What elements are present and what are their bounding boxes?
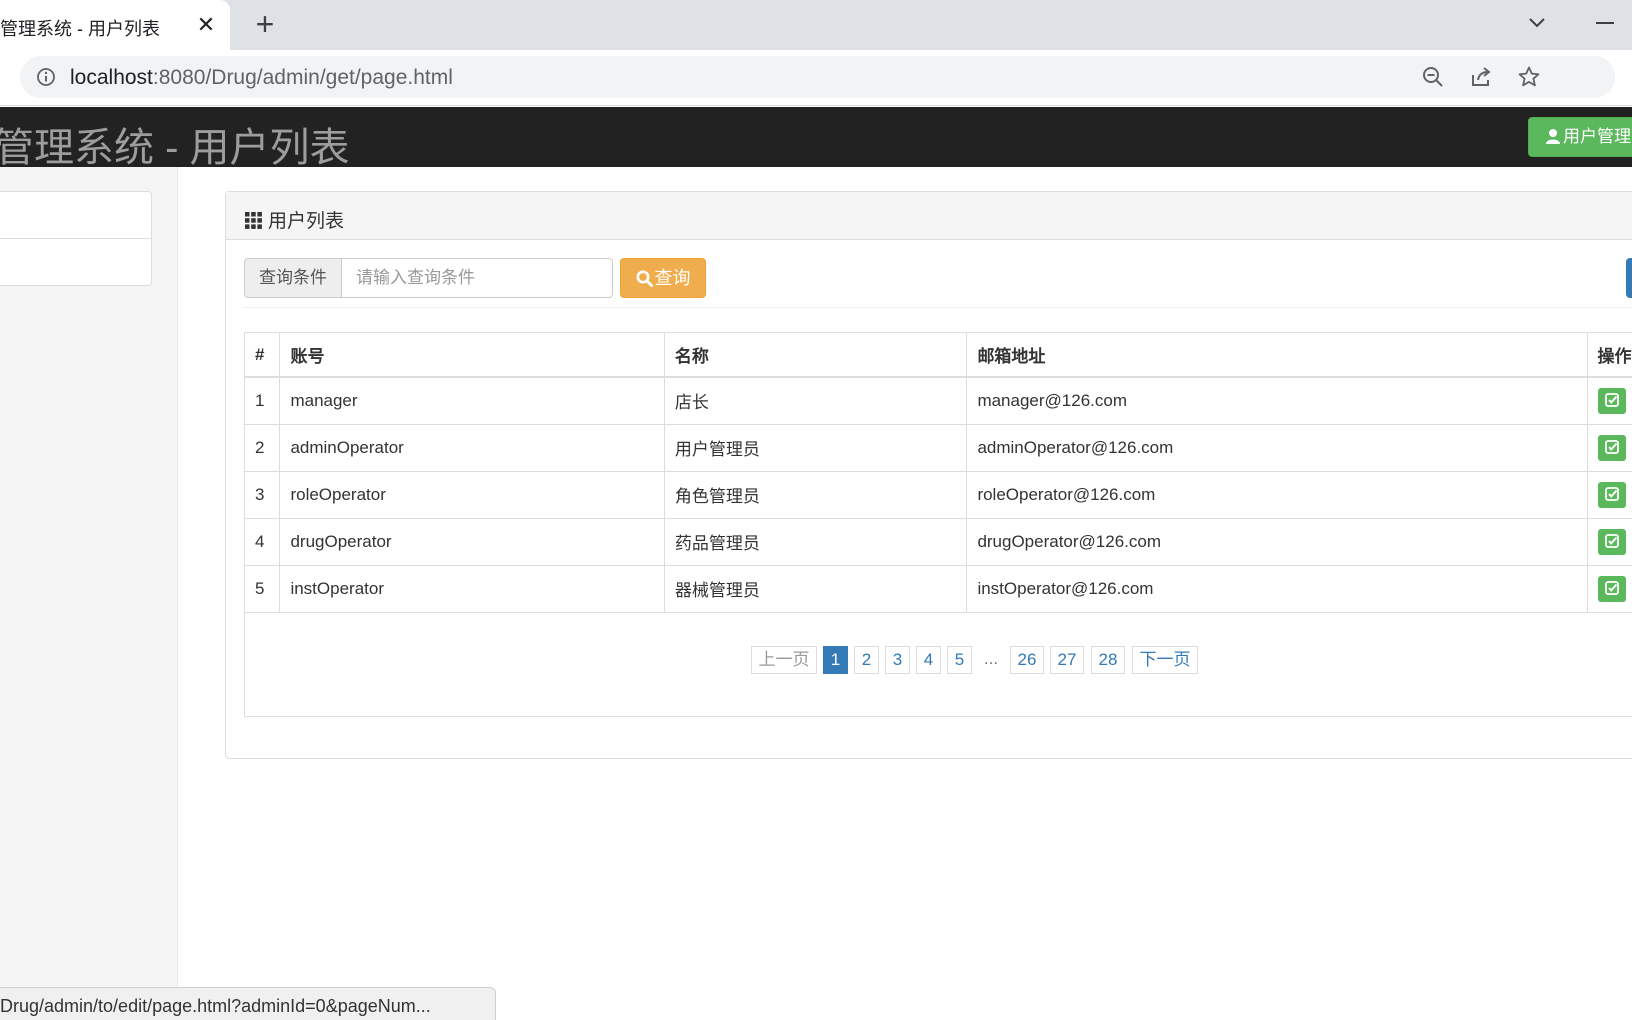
cell-index: 1 xyxy=(245,377,281,425)
user-icon xyxy=(1546,129,1560,144)
browser-tab[interactable]: 管理系统 - 用户列表 ✕ xyxy=(0,0,230,50)
table-row: 3 roleOperator 角色管理员 roleOperator@126.co… xyxy=(245,471,1632,519)
edit-button[interactable] xyxy=(1597,434,1626,461)
edit-check-icon xyxy=(1604,533,1619,548)
user-list-panel: 用户列表 查询条件 查询 # 账号 名称 邮箱地址 操作 1 m xyxy=(225,191,1632,759)
cell-email: instOperator@126.com xyxy=(966,565,1588,613)
query-button[interactable]: 查询 xyxy=(620,258,706,298)
user-table: # 账号 名称 邮箱地址 操作 1 manager 店长 manager@126… xyxy=(245,333,1632,613)
cell-name: 店长 xyxy=(664,377,968,425)
table-row: 2 adminOperator 用户管理员 adminOperator@126.… xyxy=(245,424,1632,472)
cell-actions xyxy=(1587,565,1632,613)
user-management-button[interactable]: 用户管理 xyxy=(1528,117,1632,157)
cell-name: 药品管理员 xyxy=(664,518,968,566)
cell-email: roleOperator@126.com xyxy=(966,471,1588,519)
pagination-page[interactable]: 4 xyxy=(916,646,941,674)
search-addon-label: 查询条件 xyxy=(244,258,342,298)
pagination-prev[interactable]: 上一页 xyxy=(751,646,817,674)
pagination-next[interactable]: 下一页 xyxy=(1132,646,1198,674)
pagination-page[interactable]: 28 xyxy=(1091,646,1125,674)
edit-check-icon xyxy=(1604,486,1619,501)
cell-account: manager xyxy=(279,377,665,425)
sidebar-menu xyxy=(0,191,152,286)
header-email: 邮箱地址 xyxy=(966,333,1588,378)
cell-name: 器械管理员 xyxy=(664,565,968,613)
cell-name: 用户管理员 xyxy=(664,424,968,472)
pagination-page[interactable]: 1 xyxy=(823,646,848,674)
info-icon[interactable] xyxy=(36,67,56,87)
cell-account: drugOperator xyxy=(279,518,665,566)
cell-actions xyxy=(1587,424,1632,472)
edit-button[interactable] xyxy=(1597,528,1626,555)
search-icon xyxy=(636,270,653,287)
cell-account: instOperator xyxy=(279,565,665,613)
cell-actions xyxy=(1587,518,1632,566)
panel-title: 用户列表 xyxy=(268,211,345,232)
pagination-ellipsis: ... xyxy=(983,649,999,668)
table-header-row: # 账号 名称 邮箱地址 操作 xyxy=(245,333,1632,378)
zoom-out-icon[interactable] xyxy=(1421,65,1445,89)
query-button-label: 查询 xyxy=(654,268,691,288)
tab-title: 管理系统 - 用户列表 xyxy=(0,19,160,39)
cell-actions xyxy=(1587,471,1632,519)
cell-email: adminOperator@126.com xyxy=(966,424,1588,472)
sidebar-item[interactable] xyxy=(0,192,151,239)
pagination-page[interactable]: 26 xyxy=(1010,646,1044,674)
url-host: localhost xyxy=(70,66,153,89)
header-index: # xyxy=(245,333,281,378)
cell-index: 4 xyxy=(245,518,281,566)
app-navbar: 息管理系统 - 用户列表 用户管理 xyxy=(0,107,1632,170)
divider xyxy=(244,307,1632,308)
url-path: :8080/Drug/admin/get/page.html xyxy=(152,66,453,89)
cell-index: 2 xyxy=(245,424,281,472)
edit-button[interactable] xyxy=(1597,481,1626,508)
minimize-icon[interactable] xyxy=(1590,8,1620,38)
pagination-page[interactable]: 3 xyxy=(885,646,910,674)
sidebar-item[interactable] xyxy=(0,239,151,286)
tab-search-icon[interactable] xyxy=(1522,8,1552,38)
edit-check-icon xyxy=(1604,392,1619,407)
table-row: 4 drugOperator 药品管理员 drugOperator@126.co… xyxy=(245,518,1632,566)
pagination-page[interactable]: 5 xyxy=(947,646,972,674)
cell-account: roleOperator xyxy=(279,471,665,519)
cell-name: 角色管理员 xyxy=(664,471,968,519)
url-text[interactable]: localhost:8080/Drug/admin/get/page.html xyxy=(70,66,453,90)
edit-check-icon xyxy=(1604,580,1619,595)
edit-check-icon xyxy=(1604,439,1619,454)
cell-email: manager@126.com xyxy=(966,377,1588,425)
cell-index: 3 xyxy=(245,471,281,519)
tab-close-icon[interactable]: ✕ xyxy=(193,12,219,38)
edit-button[interactable] xyxy=(1597,387,1626,414)
cell-email: drugOperator@126.com xyxy=(966,518,1588,566)
cell-actions xyxy=(1587,377,1632,425)
pagination-page[interactable]: 27 xyxy=(1050,646,1084,674)
panel-heading: 用户列表 xyxy=(226,192,1632,240)
pagination-page[interactable]: 2 xyxy=(854,646,879,674)
browser-toolbar: localhost:8080/Drug/admin/get/page.html xyxy=(0,50,1632,106)
edit-button[interactable] xyxy=(1597,575,1626,602)
search-input[interactable] xyxy=(341,258,613,298)
bookmark-star-icon[interactable] xyxy=(1517,65,1541,89)
user-table-container: # 账号 名称 邮箱地址 操作 1 manager 店长 manager@126… xyxy=(244,332,1632,717)
sidebar xyxy=(0,167,178,1020)
app-brand[interactable]: 息管理系统 - 用户列表 xyxy=(0,115,350,173)
table-row: 1 manager 店长 manager@126.com xyxy=(245,377,1632,425)
header-name: 名称 xyxy=(664,333,968,378)
cell-account: adminOperator xyxy=(279,424,665,472)
status-url-bubble: Drug/admin/to/edit/page.html?adminId=0&p… xyxy=(0,987,496,1020)
share-icon[interactable] xyxy=(1469,65,1493,89)
add-button[interactable] xyxy=(1626,258,1632,298)
cell-index: 5 xyxy=(245,565,281,613)
address-bar[interactable]: localhost:8080/Drug/admin/get/page.html xyxy=(20,56,1615,98)
new-tab-icon[interactable]: + xyxy=(248,8,282,42)
grid-icon xyxy=(245,212,262,229)
table-row: 5 instOperator 器械管理员 instOperator@126.co… xyxy=(245,565,1632,613)
browser-tabstrip: 管理系统 - 用户列表 ✕ + xyxy=(0,0,1632,50)
user-button-label: 用户管理 xyxy=(1563,127,1631,146)
header-actions: 操作 xyxy=(1587,333,1632,378)
header-account: 账号 xyxy=(279,333,665,378)
